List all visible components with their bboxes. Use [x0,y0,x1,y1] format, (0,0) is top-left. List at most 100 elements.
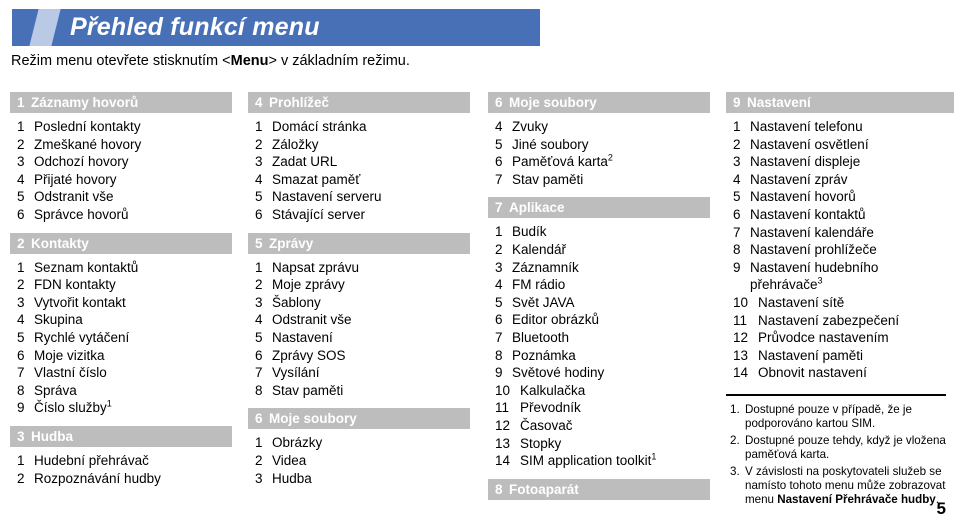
menu-item-label: Obrázky [272,435,323,451]
menu-item[interactable]: 6 Zprávy SOS [255,347,470,365]
section-number: 4 [255,95,263,110]
menu-item[interactable]: 12 Časovač [495,417,710,435]
menu-item[interactable]: 5 Jiné soubory [495,136,710,154]
menu-item[interactable]: 9 Číslo služby1 [17,399,232,417]
menu-item[interactable]: 6 Stávající server [255,206,470,224]
menu-item[interactable]: 6 Paměťová karta2 [495,153,710,171]
menu-item-number: 10 [495,382,511,398]
menu-item[interactable]: 2 Zmeškané hovory [17,136,232,154]
menu-item[interactable]: 3 Záznamník [495,259,710,277]
menu-item[interactable]: 2 FDN kontakty [17,276,232,294]
menu-item[interactable]: 1 Hudební přehrávač [17,452,232,470]
section-header[interactable]: 8 Fotoaparát [488,478,710,500]
section-header[interactable]: 5 Zprávy [248,232,470,254]
menu-item[interactable]: 3 Nastavení displeje [733,153,954,171]
menu-item[interactable]: 14 SIM application toolkit1 [495,452,710,470]
menu-item[interactable]: 5 Rychlé vytáčení [17,329,232,347]
menu-item[interactable]: 11 Nastavení zabezpečení [733,312,954,330]
menu-item[interactable]: 10 Kalkulačka [495,382,710,400]
menu-item-number: 5 [733,189,741,205]
menu-item[interactable]: 13 Nastavení paměti [733,347,954,365]
menu-item[interactable]: 7 Stav paměti [495,171,710,189]
section-header[interactable]: 2 Kontakty [10,232,232,254]
menu-item[interactable]: 2 Videa [255,452,470,470]
menu-item[interactable]: 11 Převodník [495,399,710,417]
section-header[interactable]: 3 Hudba [10,425,232,447]
menu-item-number: 12 [733,330,749,346]
menu-item[interactable]: 1 Obrázky [255,434,470,452]
menu-item[interactable]: 12 Průvodce nastavením [733,329,954,347]
menu-item-label: Svět JAVA [512,294,575,310]
menu-item-label: Editor obrázků [512,312,600,328]
menu-item[interactable]: 3 Šablony [255,294,470,312]
menu-item-number: 1 [255,435,263,451]
menu-item[interactable]: 8 Správa [17,382,232,400]
menu-item[interactable]: 4 Přijaté hovory [17,171,232,189]
menu-item[interactable]: 9 Nastavení hudebního přehrávače3 [733,259,954,294]
menu-item[interactable]: 7 Bluetooth [495,329,710,347]
menu-item[interactable]: 7 Nastavení kalendáře [733,224,954,242]
menu-item[interactable]: 4 Nastavení zpráv [733,171,954,189]
menu-item[interactable]: 2 Rozpoznávání hudby [17,470,232,488]
menu-item[interactable]: 2 Nastavení osvětlení [733,136,954,154]
banner-accent-mark [29,9,61,46]
menu-item[interactable]: 1 Poslední kontakty [17,118,232,136]
section-header[interactable]: 7 Aplikace [488,197,710,219]
menu-item[interactable]: 6 Správce hovorů [17,206,232,224]
menu-item[interactable]: 1 Budík [495,223,710,241]
menu-item-label: Číslo služby [34,400,107,416]
menu-item[interactable]: 6 Moje vizitka [17,347,232,365]
menu-item[interactable]: 4 Zvuky [495,118,710,136]
menu-item-label: Zmeškané hovory [34,136,142,152]
menu-item[interactable]: 2 Moje zprávy [255,276,470,294]
menu-item[interactable]: 4 Smazat paměť [255,171,470,189]
section-header[interactable]: 6 Moje soubory [248,408,470,430]
menu-item[interactable]: 1 Napsat zprávu [255,259,470,277]
menu-item[interactable]: 3 Odchozí hovory [17,153,232,171]
section-header[interactable]: 9 Nastavení [726,92,954,113]
menu-item-label: Stopky [520,435,562,451]
menu-item[interactable]: 10 Nastavení sítě [733,294,954,312]
menu-item-number: 7 [495,171,503,187]
section-header[interactable]: 4 Prohlížeč [248,92,470,113]
menu-item[interactable]: 5 Svět JAVA [495,294,710,312]
section-number: 9 [733,95,741,110]
menu-item-label: Kalendář [512,241,567,257]
menu-item[interactable]: 8 Stav paměti [255,382,470,400]
menu-item-label: Nastavení sítě [758,294,845,310]
menu-item-number: 6 [17,347,25,363]
menu-item[interactable]: 3 Zadat URL [255,153,470,171]
menu-column: 1 Záznamy hovorů 1 Poslední kontakty 2 Zmeška… [10,92,232,496]
menu-item-number: 5 [255,329,263,345]
menu-column: 4 Prohlížeč 1 Domácí stránka 2 Záložky 3 Zadat … [248,92,470,496]
menu-item[interactable]: 5 Nastavení [255,329,470,347]
menu-item[interactable]: 1 Seznam kontaktů [17,259,232,277]
menu-item[interactable]: 14 Obnovit nastavení [733,364,954,382]
menu-item[interactable]: 2 Kalendář [495,241,710,259]
menu-item[interactable]: 4 FM rádio [495,276,710,294]
menu-item[interactable]: 2 Záložky [255,136,470,154]
menu-item[interactable]: 6 Editor obrázků [495,311,710,329]
menu-item[interactable]: 8 Nastavení prohlížeče [733,241,954,259]
menu-item[interactable]: 5 Nastavení serveru [255,188,470,206]
page-banner: Přehled funkcí menu [12,9,540,46]
menu-item-number: 4 [733,171,741,187]
menu-item[interactable]: 3 Vytvořit kontakt [17,294,232,312]
menu-item[interactable]: 7 Vlastní číslo [17,364,232,382]
menu-item[interactable]: 4 Skupina [17,311,232,329]
menu-item[interactable]: 8 Poznámka [495,347,710,365]
menu-item[interactable]: 9 Světové hodiny [495,364,710,382]
section-header[interactable]: 6 Moje soubory [488,92,710,113]
menu-item-number: 5 [495,294,503,310]
menu-item[interactable]: 6 Nastavení kontaktů [733,206,954,224]
menu-item[interactable]: 1 Nastavení telefonu [733,118,954,136]
menu-item[interactable]: 5 Nastavení hovorů [733,188,954,206]
menu-item[interactable]: 4 Odstranit vše [255,311,470,329]
menu-item[interactable]: 1 Domácí stránka [255,118,470,136]
menu-item[interactable]: 3 Hudba [255,470,470,488]
menu-item[interactable]: 13 Stopky [495,435,710,453]
menu-item[interactable]: 5 Odstranit vše [17,188,232,206]
menu-item-label: Stávající server [272,206,366,222]
menu-item[interactable]: 7 Vysílání [255,364,470,382]
section-header[interactable]: 1 Záznamy hovorů [10,92,232,113]
